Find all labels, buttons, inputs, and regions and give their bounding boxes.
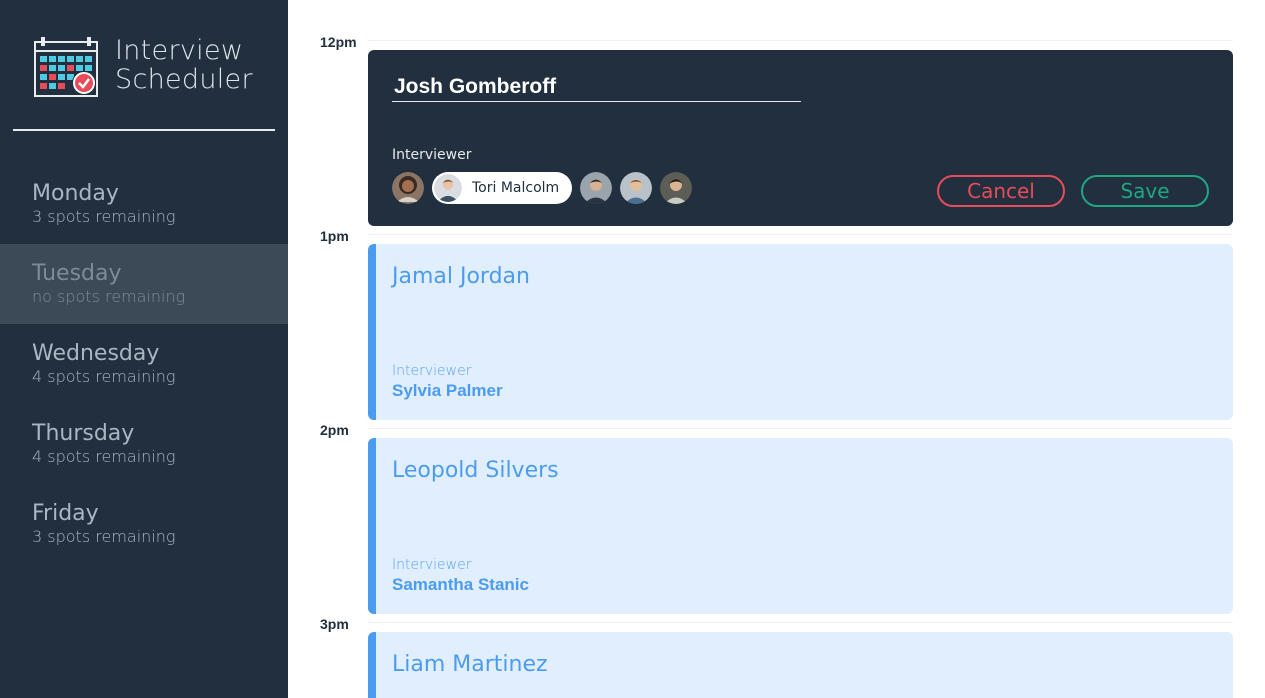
- appointment-card[interactable]: Leopold Silvers Interviewer Samantha Sta…: [368, 438, 1233, 614]
- day-item-wednesday[interactable]: Wednesday 4 spots remaining: [0, 324, 288, 404]
- hour-divider: [368, 428, 1233, 429]
- appointment-student: Liam Martinez: [392, 652, 548, 677]
- day-spots: no spots remaining: [32, 287, 186, 306]
- interviewer-option[interactable]: [620, 172, 652, 204]
- interviewer-option[interactable]: [580, 172, 612, 204]
- hour-divider: [368, 40, 1233, 41]
- brand: Interview Scheduler: [33, 36, 273, 100]
- appointment-interviewer-label: Interviewer: [392, 363, 472, 379]
- interviewer-avatar-icon: [620, 172, 652, 204]
- sidebar-divider: [13, 129, 275, 131]
- appointment-form: Interviewer Tori Malcolm: [368, 50, 1233, 226]
- selected-interviewer-name: Tori Malcolm: [472, 180, 560, 196]
- day-spots: 4 spots remaining: [32, 367, 176, 386]
- appointment-accent-bar: [368, 632, 376, 698]
- student-name-input[interactable]: [392, 72, 801, 102]
- day-name: Thursday: [32, 421, 135, 446]
- app-title: Interview Scheduler: [115, 36, 253, 94]
- appointment-student: Jamal Jordan: [392, 264, 530, 289]
- day-name: Friday: [32, 501, 99, 526]
- interviewer-avatar-icon: [434, 174, 462, 202]
- hour-divider: [368, 234, 1233, 235]
- day-list: Monday 3 spots remaining Tuesday no spot…: [0, 164, 288, 564]
- calendar-logo-icon: [34, 37, 98, 97]
- hour-label-1pm: 1pm: [320, 228, 349, 244]
- appointment-interviewer-label: Interviewer: [392, 557, 472, 573]
- appointment-accent-bar: [368, 244, 376, 420]
- appointment-interviewer: Sylvia Palmer: [392, 381, 503, 400]
- day-item-thursday[interactable]: Thursday 4 spots remaining: [0, 404, 288, 484]
- interviewer-avatar-icon: [392, 172, 424, 204]
- sidebar: Interview Scheduler Monday 3 spots remai…: [0, 0, 288, 698]
- interviewer-option-selected[interactable]: Tori Malcolm: [432, 172, 572, 204]
- appointment-student: Leopold Silvers: [392, 458, 559, 483]
- day-name: Wednesday: [32, 341, 160, 366]
- interviewer-option[interactable]: [660, 172, 692, 204]
- hour-label-2pm: 2pm: [320, 422, 349, 438]
- day-spots: 3 spots remaining: [32, 207, 176, 226]
- app-title-line2: Scheduler: [115, 64, 253, 95]
- hour-label-12pm: 12pm: [320, 34, 357, 50]
- hour-label-3pm: 3pm: [320, 616, 349, 632]
- appointment-card[interactable]: Jamal Jordan Interviewer Sylvia Palmer: [368, 244, 1233, 420]
- interviewer-option[interactable]: [392, 172, 424, 204]
- cancel-button[interactable]: Cancel: [937, 175, 1065, 207]
- hour-divider: [368, 622, 1233, 623]
- appointment-interviewer: Samantha Stanic: [392, 575, 529, 594]
- schedule: 12pm Interviewer Tori Malcolm: [288, 0, 1265, 698]
- appointment-card[interactable]: Liam Martinez: [368, 632, 1233, 698]
- interviewer-list: Tori Malcolm: [392, 172, 700, 204]
- appointment-accent-bar: [368, 438, 376, 614]
- day-item-tuesday[interactable]: Tuesday no spots remaining: [0, 244, 288, 324]
- day-spots: 3 spots remaining: [32, 527, 176, 546]
- interviewer-heading: Interviewer: [392, 147, 472, 163]
- interviewer-avatar-icon: [580, 172, 612, 204]
- save-button[interactable]: Save: [1081, 175, 1209, 207]
- interviewer-avatar-icon: [660, 172, 692, 204]
- day-item-monday[interactable]: Monday 3 spots remaining: [0, 164, 288, 244]
- day-name: Tuesday: [32, 261, 122, 286]
- day-spots: 4 spots remaining: [32, 447, 176, 466]
- day-name: Monday: [32, 181, 119, 206]
- day-item-friday[interactable]: Friday 3 spots remaining: [0, 484, 288, 564]
- app-title-line1: Interview: [115, 35, 244, 66]
